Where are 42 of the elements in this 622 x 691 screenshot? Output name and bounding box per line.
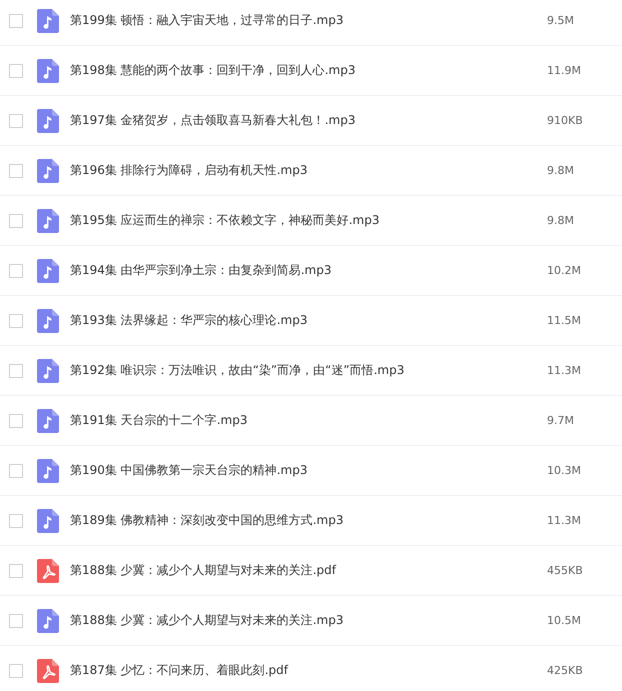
file-size: 9.5M [547, 14, 574, 27]
checkbox[interactable] [9, 414, 23, 428]
file-name[interactable]: 第196集 排除行为障碍，启动有机天性.mp3 [70, 162, 547, 179]
checkbox[interactable] [9, 314, 23, 328]
file-size: 11.9M [547, 64, 581, 77]
checkbox[interactable] [9, 464, 23, 478]
file-name[interactable]: 第191集 天台宗的十二个字.mp3 [70, 412, 547, 429]
checkbox[interactable] [9, 614, 23, 628]
file-size: 9.8M [547, 164, 574, 177]
file-size: 425KB [547, 664, 583, 677]
file-size: 10.5M [547, 614, 581, 627]
file-name[interactable]: 第195集 应运而生的禅宗：不依赖文字，神秘而美好.mp3 [70, 212, 547, 229]
file-name[interactable]: 第187集 少忆：不问来历、着眼此刻.pdf [70, 662, 547, 679]
file-name[interactable]: 第192集 唯识宗：万法唯识，故由“染”而净，由“迷”而悟.mp3 [70, 362, 547, 379]
file-size: 9.8M [547, 214, 574, 227]
file-size: 9.7M [547, 414, 574, 427]
checkbox[interactable] [9, 64, 23, 78]
file-size: 10.3M [547, 464, 581, 477]
file-name[interactable]: 第198集 慧能的两个故事：回到干净，回到人心.mp3 [70, 62, 547, 79]
file-size: 455KB [547, 564, 583, 577]
file-name[interactable]: 第199集 顿悟：融入宇宙天地，过寻常的日子.mp3 [70, 12, 547, 29]
file-size: 11.3M [547, 364, 581, 377]
checkbox[interactable] [9, 114, 23, 128]
checkbox[interactable] [9, 214, 23, 228]
file-name[interactable]: 第190集 中国佛教第一宗天台宗的精神.mp3 [70, 462, 547, 479]
file-name[interactable]: 第194集 由华严宗到净土宗：由复杂到简易.mp3 [70, 262, 547, 279]
file-size: 11.3M [547, 514, 581, 527]
file-name[interactable]: 第188集 少冀：减少个人期望与对未来的关注.mp3 [70, 612, 547, 629]
checkbox[interactable] [9, 14, 23, 28]
file-name[interactable]: 第197集 金猪贺岁，点击领取喜马新春大礼包！.mp3 [70, 112, 547, 129]
file-name[interactable]: 第189集 佛教精神：深刻改变中国的思维方式.mp3 [70, 512, 547, 529]
checkbox[interactable] [9, 664, 23, 678]
file-size: 10.2M [547, 264, 581, 277]
checkbox[interactable] [9, 164, 23, 178]
file-name[interactable]: 第188集 少冀：减少个人期望与对未来的关注.pdf [70, 562, 547, 579]
checkbox[interactable] [9, 514, 23, 528]
file-size: 11.5M [547, 314, 581, 327]
file-size: 910KB [547, 114, 583, 127]
checkbox[interactable] [9, 564, 23, 578]
checkbox[interactable] [9, 364, 23, 378]
checkbox[interactable] [9, 264, 23, 278]
file-name[interactable]: 第193集 法界缘起：华严宗的核心理论.mp3 [70, 312, 547, 329]
